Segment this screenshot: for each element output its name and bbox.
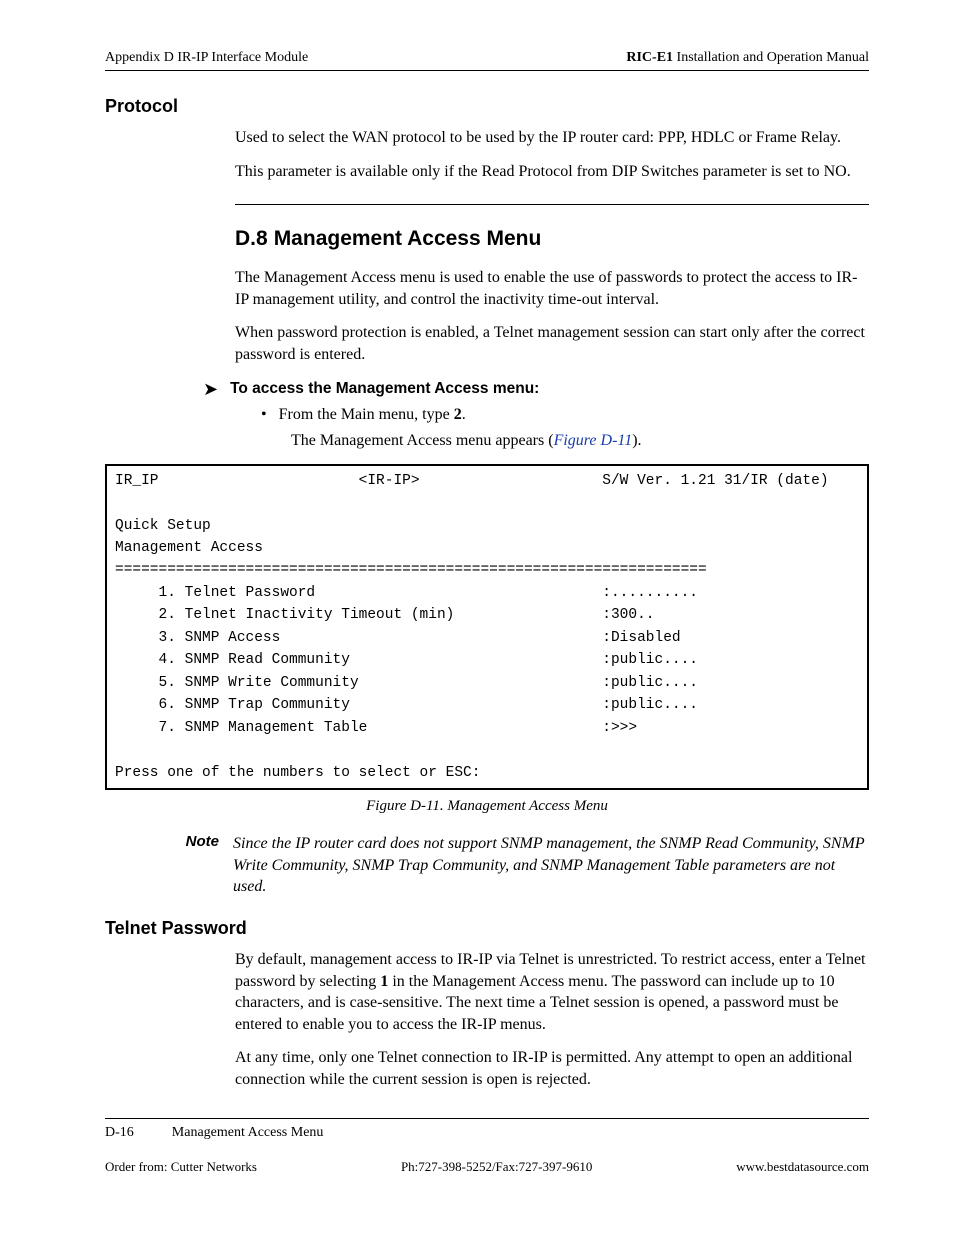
protocol-p1: Used to select the WAN protocol to be us… bbox=[235, 127, 869, 149]
arrow-icon: ➤ bbox=[203, 380, 218, 398]
protocol-heading: Protocol bbox=[105, 96, 869, 117]
footer-url: www.bestdatasource.com bbox=[736, 1159, 869, 1175]
footer-phone: Ph:727-398-5252/Fax:727-397-9610 bbox=[401, 1159, 592, 1175]
header-left: Appendix D IR-IP Interface Module bbox=[105, 50, 308, 66]
header-right: RIC-E1 Installation and Operation Manual bbox=[626, 50, 869, 66]
figure-reference-link[interactable]: Figure D-11 bbox=[554, 432, 633, 449]
protocol-p2: This parameter is available only if the … bbox=[235, 161, 869, 183]
footer-section: Management Access Menu bbox=[172, 1125, 324, 1140]
section-divider bbox=[235, 204, 869, 205]
d8-heading: D.8Management Access Menu bbox=[235, 227, 869, 251]
d8-p2: When password protection is enabled, a T… bbox=[235, 322, 869, 365]
footer-line1: D-16 Management Access Menu bbox=[105, 1125, 869, 1141]
telnet-p1: By default, management access to IR-IP v… bbox=[235, 949, 869, 1035]
terminal-screenshot: IR_IP <IR-IP> S/W Ver. 1.21 31/IR (date)… bbox=[105, 464, 869, 791]
procedure-bullet: •From the Main menu, type 2. bbox=[261, 406, 869, 424]
note-text: Since the IP router card does not suppor… bbox=[233, 833, 869, 898]
telnet-p2: At any time, only one Telnet connection … bbox=[235, 1047, 869, 1090]
procedure-result: The Management Access menu appears (Figu… bbox=[291, 432, 869, 450]
footer-rule bbox=[105, 1118, 869, 1119]
footer-line2: Order from: Cutter Networks Ph:727-398-5… bbox=[105, 1159, 869, 1175]
telnet-password-heading: Telnet Password bbox=[105, 918, 869, 939]
page-header: Appendix D IR-IP Interface Module RIC-E1… bbox=[105, 50, 869, 71]
note-block: Note Since the IP router card does not s… bbox=[177, 833, 869, 898]
page-number: D-16 bbox=[105, 1125, 134, 1140]
procedure-title: To access the Management Access menu: bbox=[230, 380, 539, 398]
note-label: Note bbox=[177, 833, 219, 898]
procedure-arrow-line: ➤ To access the Management Access menu: bbox=[203, 378, 869, 398]
footer-order: Order from: Cutter Networks bbox=[105, 1159, 257, 1175]
bullet-icon: • bbox=[261, 406, 267, 423]
figure-caption: Figure D-11. Management Access Menu bbox=[105, 798, 869, 815]
d8-p1: The Management Access menu is used to en… bbox=[235, 267, 869, 310]
